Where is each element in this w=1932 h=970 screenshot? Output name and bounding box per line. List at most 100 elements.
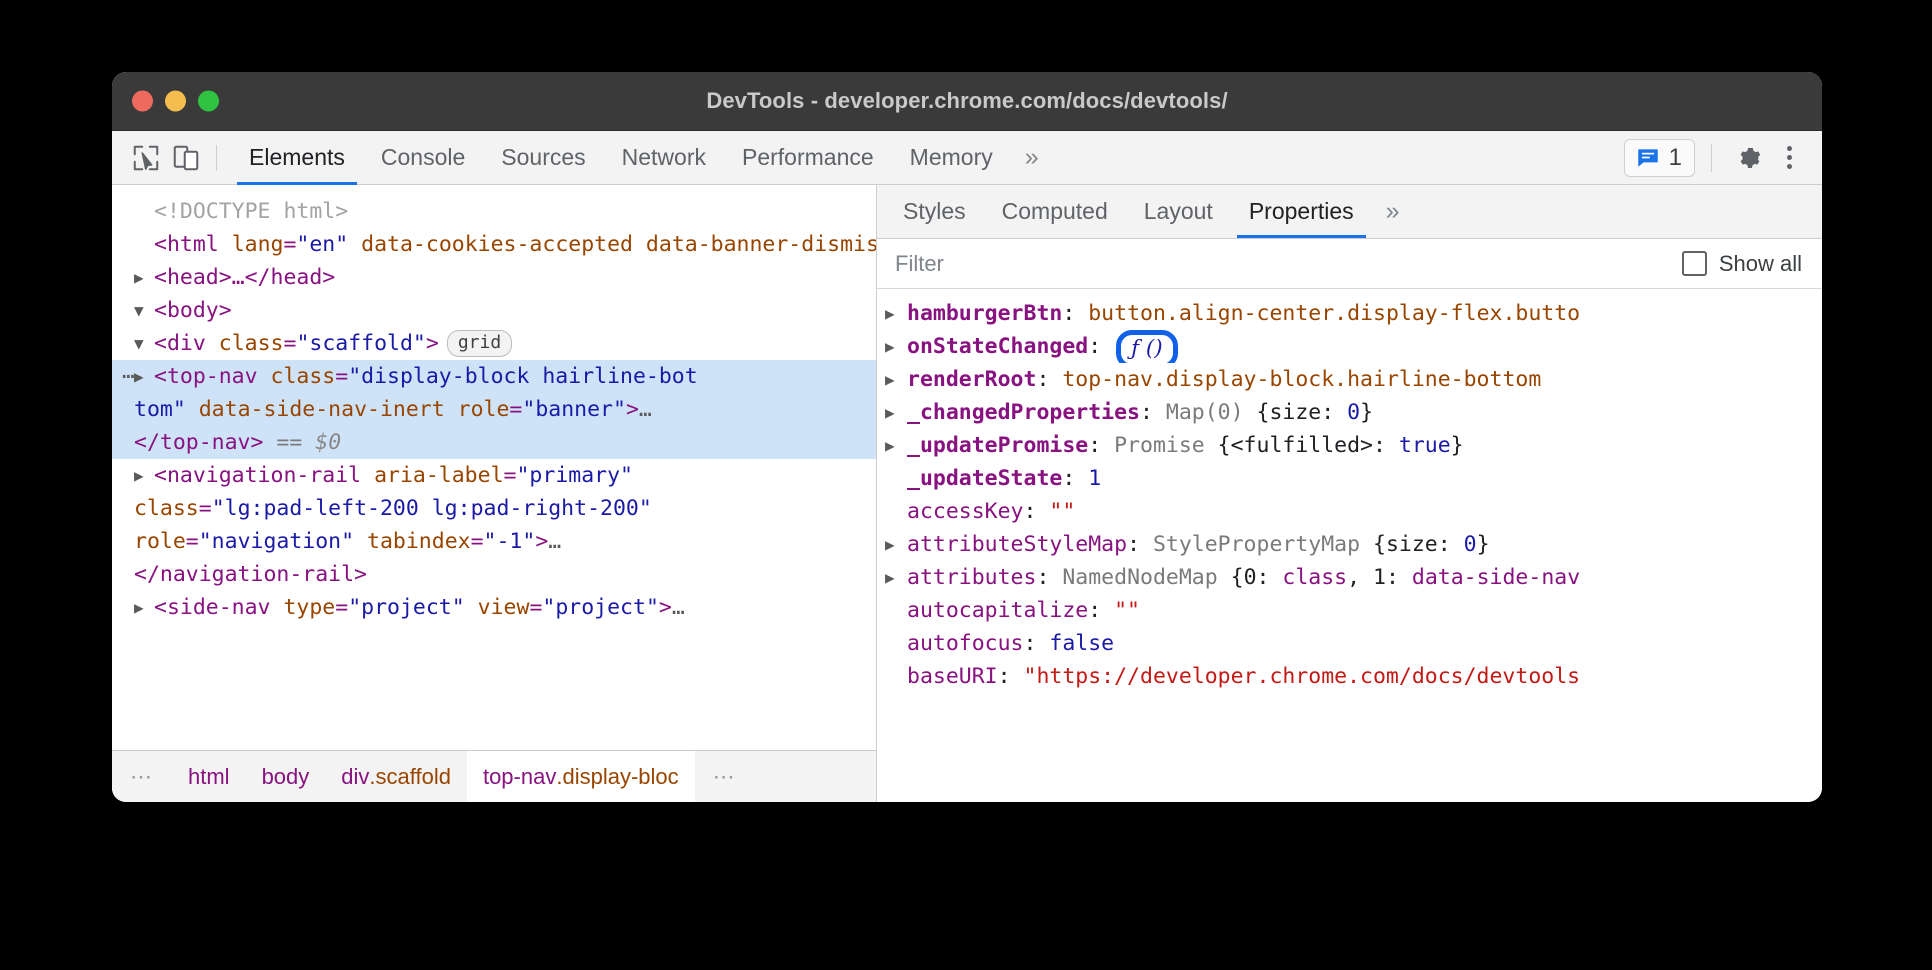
- filter-input[interactable]: [895, 251, 1682, 277]
- property-value-close: }: [1360, 400, 1373, 425]
- colon: :: [1062, 301, 1088, 326]
- dom-node-doctype[interactable]: ▶<!DOCTYPE html>: [112, 195, 876, 228]
- dom-node-div-scaffold[interactable]: ▼<div class="scaffold">grid: [112, 327, 876, 360]
- tab-styles[interactable]: Styles: [885, 185, 984, 238]
- expand-triangle-icon[interactable]: ▶: [885, 396, 907, 429]
- breadcrumb-item-topnav-class: .display-bloc: [556, 764, 678, 790]
- dom-node-navigation-rail[interactable]: ▶<navigation-rail aria-label="primary" c…: [112, 459, 876, 591]
- tab-network[interactable]: Network: [604, 131, 724, 185]
- breadcrumb-item-top-nav[interactable]: top-nav.display-bloc: [467, 751, 695, 802]
- navrail-class-attr: class: [134, 496, 199, 521]
- property-name: attributeStyleMap: [907, 532, 1127, 557]
- head-line: <head>…</head>: [154, 265, 335, 290]
- colon: :: [1024, 631, 1050, 656]
- property-row-hamburgerBtn[interactable]: ▶hamburgerBtn: button.align-center.displ…: [877, 297, 1822, 330]
- tab-performance[interactable]: Performance: [724, 131, 892, 185]
- property-value-num: 0: [1464, 532, 1477, 557]
- selected-node-ref: $0: [315, 430, 341, 455]
- expand-triangle-icon[interactable]: ▶: [885, 297, 907, 330]
- collapse-triangle-icon[interactable]: ▼: [134, 327, 154, 360]
- navrail-open-bracket: <: [154, 463, 167, 488]
- tab-layout-label: Layout: [1144, 198, 1213, 225]
- gear-icon[interactable]: [1728, 139, 1768, 177]
- colon: :: [1024, 499, 1050, 524]
- breadcrumb-item-html[interactable]: html: [172, 751, 246, 802]
- properties-list[interactable]: ▶hamburgerBtn: button.align-center.displ…: [877, 289, 1822, 802]
- dom-node-side-nav[interactable]: ▶<side-nav type="project" view="project"…: [112, 591, 876, 624]
- property-row-baseURI[interactable]: ▶baseURI: "https://developer.chrome.com/…: [877, 660, 1822, 693]
- expand-triangle-icon[interactable]: ▶: [134, 360, 154, 393]
- property-row-onStateChanged[interactable]: ▶onStateChanged: ƒ (): [877, 330, 1822, 363]
- tab-computed[interactable]: Computed: [984, 185, 1126, 238]
- message-count-badge[interactable]: 1: [1624, 139, 1695, 177]
- expand-triangle-icon[interactable]: ▶: [885, 363, 907, 396]
- dom-node-html[interactable]: ▶<html lang="en" data-cookies-accepted d…: [112, 228, 876, 261]
- property-value-type: Map(0): [1166, 400, 1257, 425]
- tab-console[interactable]: Console: [363, 131, 483, 185]
- property-value: "https://developer.chrome.com/docs/devto…: [1024, 664, 1581, 689]
- doctype-text: <!DOCTYPE html>: [154, 199, 348, 224]
- property-row-changedProperties[interactable]: ▶_changedProperties: Map(0) {size: 0}: [877, 396, 1822, 429]
- expand-triangle-icon[interactable]: ▶: [134, 261, 154, 294]
- property-value-key-0: class: [1282, 565, 1347, 590]
- show-all-toggle[interactable]: Show all: [1682, 251, 1802, 277]
- inspect-element-icon[interactable]: [126, 139, 166, 177]
- breadcrumb-overflow-left[interactable]: ⋯: [112, 751, 172, 802]
- selected-node-eq: ==: [276, 430, 302, 455]
- tab-properties-label: Properties: [1249, 198, 1354, 225]
- equals: =: [471, 529, 484, 554]
- no-expand-icon: ▶: [885, 594, 907, 627]
- property-row-attributes[interactable]: ▶attributes: NamedNodeMap {0: class, 1: …: [877, 561, 1822, 594]
- show-all-label: Show all: [1719, 251, 1802, 277]
- dom-node-head[interactable]: ▶<head>…</head>: [112, 261, 876, 294]
- equals: =: [283, 331, 296, 356]
- expand-triangle-icon[interactable]: ▶: [134, 459, 154, 492]
- breadcrumb-item-div-label: div: [341, 764, 369, 790]
- html-lang-value: "en": [296, 232, 348, 257]
- expand-triangle-icon[interactable]: ▶: [885, 561, 907, 594]
- property-row-accessKey[interactable]: ▶accessKey: "": [877, 495, 1822, 528]
- breadcrumb-item-body[interactable]: body: [246, 751, 326, 802]
- breadcrumb-item-div-scaffold[interactable]: div.scaffold: [325, 751, 467, 802]
- tab-sources-label: Sources: [501, 144, 585, 171]
- topnav-tag-name: top-nav: [167, 364, 258, 389]
- node-more-options-icon[interactable]: ⋯: [122, 360, 136, 393]
- property-value-bool: true: [1399, 433, 1451, 458]
- property-row-updatePromise[interactable]: ▶_updatePromise: Promise {<fulfilled>: t…: [877, 429, 1822, 462]
- tab-layout[interactable]: Layout: [1126, 185, 1231, 238]
- tab-elements[interactable]: Elements: [231, 131, 363, 185]
- grid-badge[interactable]: grid: [447, 330, 512, 357]
- tab-properties[interactable]: Properties: [1231, 185, 1372, 238]
- property-value-open: {size:: [1373, 532, 1464, 557]
- tab-memory[interactable]: Memory: [892, 131, 1011, 185]
- div-tag-name: div: [167, 331, 206, 356]
- property-row-attributeStyleMap[interactable]: ▶attributeStyleMap: StylePropertyMap {si…: [877, 528, 1822, 561]
- property-row-autocapitalize[interactable]: ▶autocapitalize: "": [877, 594, 1822, 627]
- expand-triangle-icon[interactable]: ▶: [134, 591, 154, 624]
- property-row-autofocus[interactable]: ▶autofocus: false: [877, 627, 1822, 660]
- dom-node-top-nav[interactable]: ⋯ ▶<top-nav class="display-block hairlin…: [112, 360, 876, 459]
- expand-triangle-icon[interactable]: ▶: [885, 528, 907, 561]
- show-all-checkbox[interactable]: [1682, 251, 1707, 276]
- properties-filter-row: Show all: [877, 239, 1822, 289]
- dom-tree[interactable]: ▶<!DOCTYPE html> ▶<html lang="en" data-c…: [112, 185, 876, 750]
- colon: :: [1140, 400, 1166, 425]
- breadcrumb-overflow-right[interactable]: ⋯: [695, 751, 755, 802]
- expand-triangle-icon[interactable]: ▶: [885, 429, 907, 462]
- dom-node-body[interactable]: ▼<body>: [112, 294, 876, 327]
- device-toolbar-icon[interactable]: [166, 139, 206, 177]
- expand-triangle-icon[interactable]: ▶: [885, 330, 907, 363]
- tab-memory-label: Memory: [910, 144, 993, 171]
- equals: =: [509, 397, 522, 422]
- property-row-updateState[interactable]: ▶_updateState: 1: [877, 462, 1822, 495]
- topnav-inert-attr: data-side-nav-inert: [199, 397, 445, 422]
- property-value-cont: .align-center.display-flex.butto: [1166, 301, 1580, 326]
- property-row-renderRoot[interactable]: ▶renderRoot: top-nav.display-block.hairl…: [877, 363, 1822, 396]
- tab-sources[interactable]: Sources: [483, 131, 603, 185]
- kebab-menu-icon[interactable]: [1772, 139, 1806, 177]
- more-panels-chevron-icon[interactable]: »: [1011, 131, 1053, 185]
- more-sidebar-tabs-chevron-icon[interactable]: »: [1372, 185, 1414, 238]
- property-value-open: {<fulfilled>:: [1218, 433, 1399, 458]
- no-expand-icon: ▶: [885, 660, 907, 693]
- collapse-triangle-icon[interactable]: ▼: [134, 294, 154, 327]
